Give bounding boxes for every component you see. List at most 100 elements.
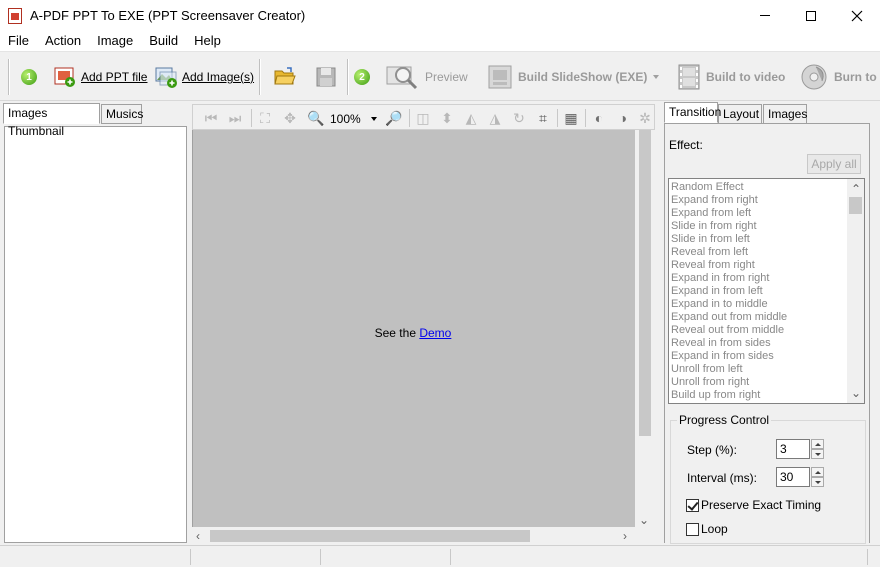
effect-item[interactable]: Unroll from left (669, 363, 845, 376)
crop-icon[interactable]: ⌗ (535, 110, 551, 126)
film-icon (678, 64, 700, 90)
step-up-button[interactable] (811, 439, 824, 449)
maximize-button[interactable] (788, 0, 834, 31)
transition-panel: Effect: Apply all Random Effect Expand fr… (664, 123, 870, 544)
effect-item[interactable]: Reveal from right (669, 259, 845, 272)
interval-label: Interval (ms): (687, 471, 758, 485)
app-icon (8, 7, 24, 24)
menu-image[interactable]: Image (89, 31, 141, 51)
effect-item[interactable]: Expand out from middle (669, 311, 845, 324)
add-ppt-button[interactable]: Add PPT file (53, 62, 147, 92)
loop-check[interactable] (686, 522, 699, 536)
horizontal-scroll-thumb[interactable] (210, 530, 530, 542)
chevron-down-icon[interactable] (653, 75, 659, 79)
minimize-button[interactable] (742, 0, 788, 31)
effect-item[interactable]: Expand from right (669, 194, 845, 207)
build-video-label: Build to video (706, 70, 786, 84)
close-button[interactable] (834, 0, 880, 31)
burn-disc-icon (801, 64, 827, 90)
tab-transition[interactable]: Transition (664, 102, 721, 123)
effect-item[interactable]: Slide in from right (669, 220, 845, 233)
effect-item[interactable]: Unroll from right (669, 376, 845, 389)
first-page-icon[interactable]: ⏮ (203, 110, 219, 126)
scroll-right-icon[interactable]: › (623, 530, 627, 542)
effect-list-scrollbar[interactable]: ⌃ ⌄ (847, 179, 864, 403)
build-slideshow-button[interactable]: Build SlideShow (EXE) (486, 62, 647, 92)
effect-item[interactable]: Reveal out from middle (669, 324, 845, 337)
effect-item[interactable]: Build up from right (669, 389, 845, 402)
rotate-icon[interactable]: ↻ (511, 110, 527, 126)
preview-button[interactable]: Preview (385, 62, 468, 92)
folder-open-icon (274, 67, 296, 85)
demo-link[interactable]: Demo (419, 326, 451, 340)
zoom-out-icon[interactable]: 🔎 (385, 110, 402, 126)
flip-vertical-icon[interactable]: ⬍ (439, 110, 455, 126)
image-settings-icon[interactable]: ▦ (563, 110, 579, 126)
preserve-timing-checkbox[interactable]: Preserve Exact Timing (686, 498, 821, 512)
zoom-select[interactable]: 100% (326, 110, 380, 128)
loop-checkbox[interactable]: Loop (686, 522, 728, 536)
menu-help[interactable]: Help (186, 31, 229, 51)
effect-item[interactable]: Expand in from right (669, 272, 845, 285)
last-page-icon[interactable]: ⏭ (227, 110, 243, 126)
view-toolbar-separator (585, 109, 586, 127)
tab-musics[interactable]: Musics (101, 104, 143, 124)
interval-down-button[interactable] (811, 477, 824, 487)
effect-item[interactable]: Reveal from left (669, 246, 845, 259)
effect-item[interactable]: Expand in from left (669, 285, 845, 298)
effect-item[interactable]: Expand in to middle (669, 298, 845, 311)
vertical-scrollbar[interactable]: ⌄ (635, 130, 655, 527)
preserve-timing-check[interactable] (686, 498, 699, 512)
apply-all-button[interactable]: Apply all (807, 154, 861, 174)
menu-build[interactable]: Build (141, 31, 186, 51)
interval-up-button[interactable] (811, 467, 824, 477)
view-toolbar-separator (409, 109, 410, 127)
zoom-in-icon[interactable]: 🔍 (307, 110, 324, 126)
menu-file[interactable]: File (0, 31, 37, 51)
tab-images[interactable]: Images (763, 104, 807, 124)
effects-icon[interactable]: ✲ (637, 110, 653, 126)
vertical-scroll-thumb[interactable] (639, 130, 651, 436)
toolbar-separator (8, 59, 10, 95)
tab-layout[interactable]: Layout (718, 104, 762, 124)
progress-control-title: Progress Control (677, 413, 772, 427)
effect-label: Effect: (669, 138, 703, 152)
effect-item[interactable]: Slide in from left (669, 233, 845, 246)
effect-list[interactable]: Random Effect Expand from right Expand fro… (668, 178, 865, 404)
effect-item[interactable]: Reveal in from sides (669, 337, 845, 350)
maximize-icon (806, 10, 816, 21)
effect-item[interactable]: Random Effect (669, 181, 845, 194)
contrast-icon[interactable]: ◐ (591, 110, 607, 126)
fit-window-icon[interactable]: ⛶ (257, 110, 273, 126)
step-stepper[interactable]: 3 (776, 439, 824, 459)
mirror-right-icon[interactable]: ◮ (487, 110, 503, 126)
effect-scroll-thumb[interactable] (849, 197, 862, 214)
tab-images-thumbnail[interactable]: Images Thumbnail (3, 103, 100, 138)
menu-action[interactable]: Action (37, 31, 89, 51)
step-down-button[interactable] (811, 449, 824, 459)
actual-size-icon[interactable]: ✥ (282, 110, 298, 126)
step-one-icon: 1 (21, 69, 37, 85)
add-images-button[interactable]: Add Image(s) (154, 62, 254, 92)
effect-item[interactable]: Expand from left (669, 207, 845, 220)
demo-message: See the Demo (147, 326, 679, 340)
status-bar (0, 545, 880, 567)
scroll-down-icon[interactable]: ⌄ (851, 387, 861, 399)
view-toolbar: ⏮ ⏭ ⛶ ✥ 🔍 100% 🔎 ◫ ⬍ ◭ ◮ ↻ ⌗ ▦ ◐ ◑ ✲ (192, 104, 655, 130)
add-images-icon (155, 67, 177, 88)
scroll-up-icon[interactable]: ⌃ (851, 183, 861, 195)
scroll-left-icon[interactable]: ‹ (196, 530, 200, 542)
brightness-icon[interactable]: ◑ (615, 110, 631, 126)
interval-input[interactable]: 30 (776, 467, 810, 487)
build-video-button[interactable]: Build to video (676, 62, 785, 92)
effect-item[interactable]: Expand in from sides (669, 350, 845, 363)
flip-horizontal-icon[interactable]: ◫ (415, 110, 431, 126)
step-input[interactable]: 3 (776, 439, 810, 459)
scroll-down-icon[interactable]: ⌄ (639, 514, 649, 526)
open-project-button[interactable] (273, 62, 297, 92)
burn-button[interactable]: Burn to (800, 62, 877, 92)
mirror-left-icon[interactable]: ◭ (463, 110, 479, 126)
horizontal-scrollbar[interactable]: ‹ › (192, 527, 635, 545)
save-project-button[interactable] (314, 62, 338, 92)
interval-stepper[interactable]: 30 (776, 467, 824, 487)
